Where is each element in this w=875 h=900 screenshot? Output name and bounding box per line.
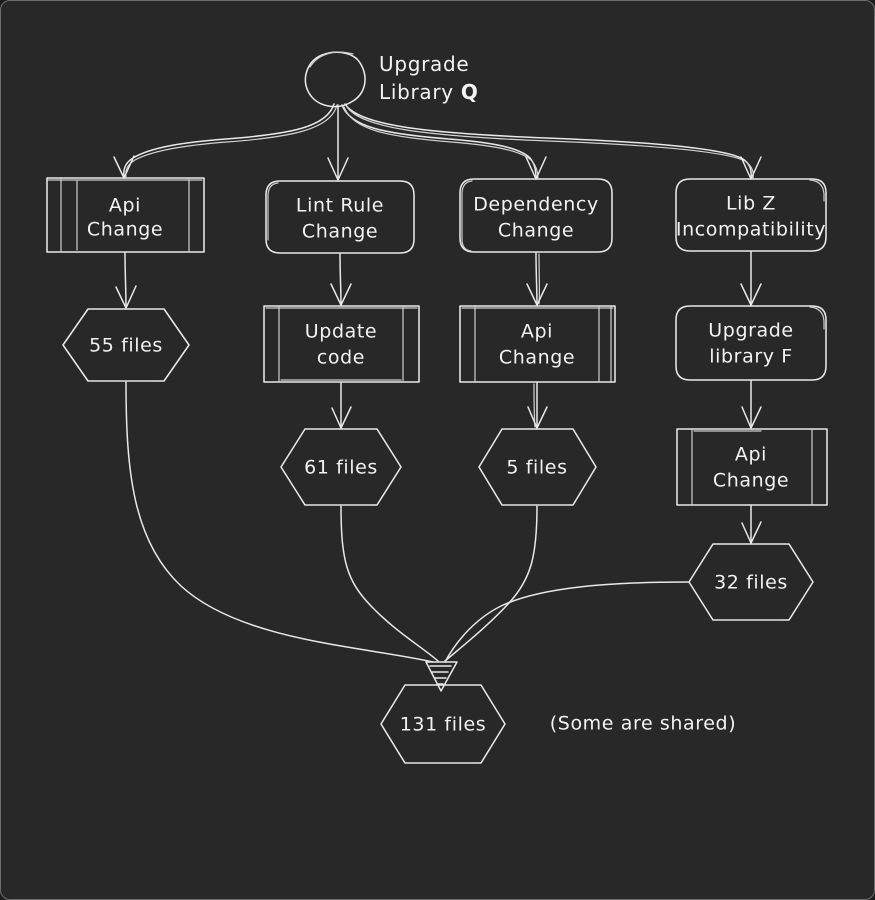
node-lint-rule-change[interactable]: Lint Rule Change [265, 180, 415, 254]
edge-start-to-api-change-1 [113, 103, 338, 179]
svg-text:Upgrade: Upgrade [379, 52, 469, 76]
note-label-text: (Some are shared) [550, 713, 736, 735]
node-label-line1: Dependency [473, 194, 599, 216]
node-label: 32 files [714, 572, 788, 594]
diagram-canvas: Upgrade Library Q Api Change Lint Rule C… [0, 0, 875, 900]
node-label-line2: Change [713, 470, 789, 492]
flowchart-svg: Upgrade Library Q Api Change Lint Rule C… [46, 51, 828, 764]
node-label-line2: Change [498, 220, 574, 242]
node-label: 131 files [400, 714, 487, 736]
node-131-files[interactable]: 131 files [380, 684, 506, 764]
edge-start-to-dependency-change [341, 104, 547, 180]
node-label-line2: Change [302, 221, 378, 243]
node-label-line1: Lib Z [726, 193, 776, 215]
node-label-line1: Api [521, 321, 553, 343]
edge-api-change-3-to-32-files [741, 505, 762, 544]
title-line-2-bold: Q [461, 80, 479, 104]
merge-arrowhead-131-files [425, 661, 458, 692]
node-label-line2: Change [499, 347, 575, 369]
edges-layer [113, 103, 762, 692]
node-label-line1: Upgrade [708, 320, 793, 342]
edge-61-files-to-131-files [340, 505, 439, 662]
diagram-title: Upgrade Library Q [379, 52, 479, 104]
node-label-line2: Incompatibility [676, 219, 826, 241]
node-api-change-3[interactable]: Api Change [676, 428, 828, 506]
edge-update-code-to-61-files [331, 382, 352, 429]
node-label-line1: Api [735, 444, 767, 466]
node-label-line2: Change [87, 219, 163, 241]
node-label: 61 files [304, 457, 378, 479]
node-5-files[interactable]: 5 files [478, 428, 597, 506]
svg-text:Library Q: Library Q [379, 80, 479, 104]
title-line-2-prefix: Library [379, 80, 461, 104]
node-label-line1: Lint Rule [296, 195, 384, 217]
nodes-layer: Upgrade Library Q Api Change Lint Rule C… [46, 51, 828, 764]
node-upgrade-library-f[interactable]: Upgrade library F [675, 305, 827, 381]
edge-32-files-to-131-files [444, 581, 689, 663]
node-api-change-2[interactable]: Api Change [459, 305, 616, 383]
node-lib-z-incompatibility[interactable]: Lib Z Incompatibility [675, 178, 827, 252]
node-update-code[interactable]: Update code [263, 305, 420, 383]
node-label-line2: library F [709, 346, 793, 368]
edge-upgrade-library-f-to-api-change-3 [741, 380, 762, 429]
note-some-are-shared: (Some are shared) [550, 713, 736, 735]
edge-start-to-lib-z-incompatibility [344, 103, 762, 180]
node-label: 5 files [506, 457, 567, 479]
node-55-files[interactable]: 55 files [62, 308, 190, 382]
node-dependency-change[interactable]: Dependency Change [459, 178, 613, 253]
node-label-line2: code [317, 347, 365, 369]
edge-api-change-2-to-5-files [527, 382, 548, 429]
node-32-files[interactable]: 32 files [688, 543, 814, 621]
node-label-line1: Update [305, 321, 377, 343]
node-label: 55 files [89, 335, 163, 357]
node-61-files[interactable]: 61 files [280, 428, 402, 506]
edge-api-change-1-to-55-files [115, 252, 137, 309]
node-start-circle[interactable] [304, 51, 366, 108]
edge-dependency-change-to-api-change-2 [526, 252, 548, 306]
node-api-change-1[interactable]: Api Change [46, 177, 205, 253]
edge-lint-rule-change-to-update-code [330, 253, 352, 306]
title-line-1: Upgrade [379, 52, 469, 76]
node-label-line1: Api [109, 195, 141, 217]
edge-lib-z-to-upgrade-library-f [740, 251, 762, 306]
edge-5-files-to-131-files [444, 505, 538, 662]
